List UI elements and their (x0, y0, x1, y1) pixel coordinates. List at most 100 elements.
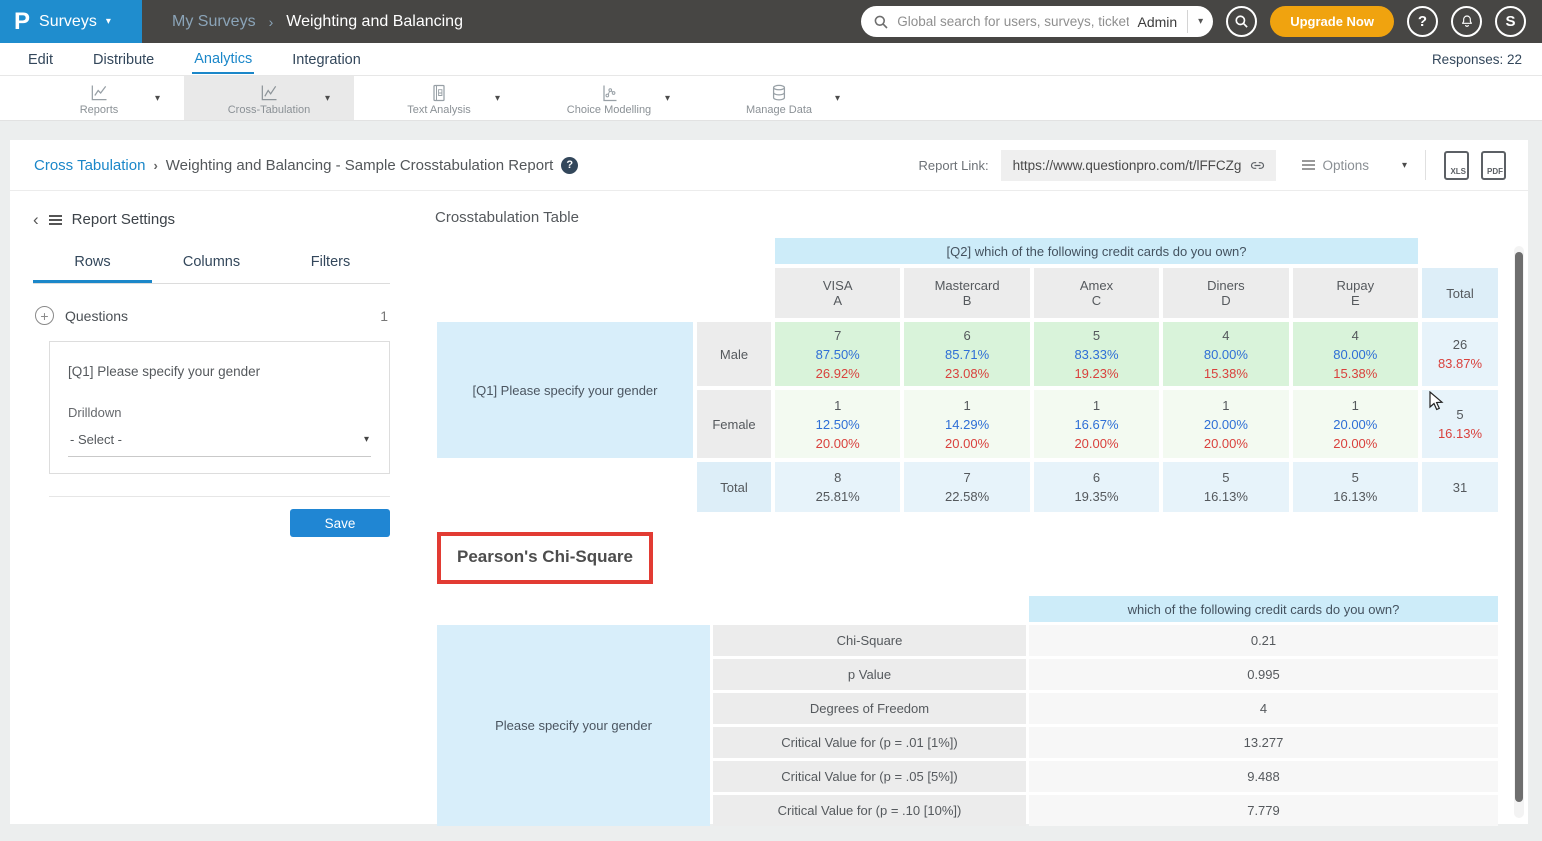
question-text: [Q1] Please specify your gender (68, 364, 371, 379)
toolbar-text-analysis[interactable]: Text Analysis ▾ (354, 76, 524, 120)
nav-analytics[interactable]: Analytics (192, 45, 254, 74)
scrollbar-thumb[interactable] (1515, 252, 1523, 802)
search-input[interactable] (897, 14, 1129, 29)
cell-total-diners: 516.13% (1163, 462, 1288, 512)
avatar[interactable]: S (1495, 6, 1526, 37)
link-icon[interactable] (1249, 157, 1266, 174)
chevron-down-icon[interactable]: ▾ (835, 93, 840, 104)
chevron-down-icon[interactable]: ▾ (1402, 160, 1407, 171)
cell-female-total: 516.13% (1422, 390, 1498, 458)
column-header-total: Total (1422, 268, 1498, 318)
vertical-scrollbar[interactable] (1514, 246, 1524, 818)
chi-metric-label: Chi-Square (713, 625, 1026, 656)
chi-square-table: which of the following credit cards do y… (437, 596, 1498, 826)
chi-metric-label: Degrees of Freedom (713, 693, 1026, 724)
drilldown-select[interactable]: - Select - ▾ (68, 420, 371, 457)
search-submit-button[interactable] (1226, 6, 1257, 37)
divider (1187, 10, 1188, 33)
xls-icon: XLS (1449, 167, 1466, 176)
chi-metric-value: 4 (1029, 693, 1498, 724)
add-question-button[interactable]: + (35, 306, 54, 325)
cell-total-amex: 619.35% (1034, 462, 1159, 512)
pdf-icon: PDF (1486, 167, 1503, 176)
report-content: ‹ Report Settings Rows Columns Filters +… (10, 191, 1528, 824)
chi-metric-value: 7.779 (1029, 795, 1498, 826)
breadcrumb-survey-name: Weighting and Balancing (286, 13, 463, 31)
cell-grand-total: 31 (1422, 462, 1498, 512)
document-grid-icon (428, 83, 450, 103)
chi-metric-label: Critical Value for (p = .10 [10%]) (713, 795, 1026, 826)
options-button[interactable]: Options ▾ (1302, 158, 1407, 173)
report-settings-header: ‹ Report Settings (33, 211, 390, 228)
toolbar-cross-tabulation[interactable]: Cross-Tabulation ▾ (184, 76, 354, 120)
export-pdf-button[interactable]: PDF (1481, 151, 1506, 180)
toolbar-manage-data[interactable]: Manage Data ▾ (694, 76, 864, 120)
save-button[interactable]: Save (290, 509, 390, 537)
chevron-down-icon: ▾ (106, 16, 111, 27)
toolbar-label: Text Analysis (407, 104, 471, 116)
search-scope-value: Admin (1137, 14, 1177, 30)
tab-filters[interactable]: Filters (271, 246, 390, 283)
chevron-down-icon[interactable]: ▾ (325, 93, 330, 104)
chi-metric-value: 0.995 (1029, 659, 1498, 690)
chevron-right-icon: › (269, 14, 274, 30)
breadcrumb-cross-tabulation-link[interactable]: Cross Tabulation (34, 157, 145, 174)
responses-count: Responses: 22 (1432, 52, 1522, 67)
toolbar-label: Reports (80, 104, 119, 116)
tab-columns[interactable]: Columns (152, 246, 271, 283)
chi-row-header: Please specify your gender (437, 625, 710, 826)
cell-total-rupay: 516.13% (1293, 462, 1418, 512)
chevron-down-icon[interactable]: ▾ (495, 93, 500, 104)
chevron-down-icon: ▾ (364, 434, 369, 445)
nav-integration[interactable]: Integration (290, 46, 363, 73)
chi-metric-label: Critical Value for (p = .01 [1%]) (713, 727, 1026, 758)
help-button[interactable]: ? (1407, 6, 1438, 37)
collapse-panel-icon[interactable]: ‹ (33, 211, 39, 228)
divider (49, 496, 390, 497)
survey-nav: Edit Distribute Analytics Integration Re… (0, 43, 1542, 76)
row-group-header: [Q1] Please specify your gender (437, 322, 693, 458)
nav-edit[interactable]: Edit (26, 46, 55, 73)
upgrade-now-button[interactable]: Upgrade Now (1270, 6, 1394, 37)
tab-rows[interactable]: Rows (33, 246, 152, 283)
chi-metric-label: Critical Value for (p = .05 [5%]) (713, 761, 1026, 792)
column-header-visa: VISAA (775, 268, 900, 318)
divider (1425, 150, 1426, 180)
topbar-actions: Admin ▾ Upgrade Now ? S (861, 0, 1542, 43)
cell-male-rupay: 480.00%15.38% (1293, 322, 1418, 386)
report-settings-title: Report Settings (72, 211, 175, 228)
chevron-down-icon[interactable]: ▾ (1198, 16, 1203, 27)
chevron-down-icon[interactable]: ▾ (155, 93, 160, 104)
search-icon (873, 14, 889, 30)
menu-icon (49, 219, 62, 221)
crosstab-report: Crosstabulation Table [Q2] which of the … (437, 191, 1498, 826)
chevron-down-icon[interactable]: ▾ (665, 93, 670, 104)
scatter-chart-icon (598, 83, 620, 103)
toolbar-choice-modelling[interactable]: Choice Modelling ▾ (524, 76, 694, 120)
row-label-male: Male (697, 322, 771, 386)
product-switcher[interactable]: P Surveys ▾ (0, 0, 142, 43)
help-icon[interactable]: ? (561, 157, 578, 174)
report-link-field[interactable]: https://www.questionpro.com/t/lFFCZg (1001, 150, 1277, 181)
cell-male-mastercard: 685.71%23.08% (904, 322, 1029, 386)
toolbar-reports[interactable]: Reports ▾ (14, 76, 184, 120)
notifications-button[interactable] (1451, 6, 1482, 37)
questionpro-logo-icon: P (14, 10, 30, 34)
options-label: Options (1322, 158, 1369, 173)
export-xls-button[interactable]: XLS (1444, 151, 1469, 180)
breadcrumb-my-surveys[interactable]: My Surveys (172, 13, 256, 31)
line-chart-icon (88, 83, 110, 103)
annotation-highlight-box: Pearson's Chi-Square (437, 532, 653, 584)
report-link-url[interactable]: https://www.questionpro.com/t/lFFCZg (1013, 158, 1242, 173)
global-search[interactable]: Admin ▾ (861, 6, 1213, 37)
toolbar-label: Choice Modelling (567, 104, 651, 116)
cell-male-total: 2683.87% (1422, 322, 1498, 386)
topbar-breadcrumb: My Surveys › Weighting and Balancing (172, 0, 463, 43)
questions-count: 1 (380, 308, 388, 324)
cell-male-diners: 480.00%15.38% (1163, 322, 1288, 386)
report-title: Weighting and Balancing - Sample Crossta… (166, 157, 553, 174)
chi-metric-value: 0.21 (1029, 625, 1498, 656)
nav-distribute[interactable]: Distribute (91, 46, 156, 73)
report-link-label: Report Link: (919, 158, 989, 173)
cell-female-rupay: 120.00%20.00% (1293, 390, 1418, 458)
